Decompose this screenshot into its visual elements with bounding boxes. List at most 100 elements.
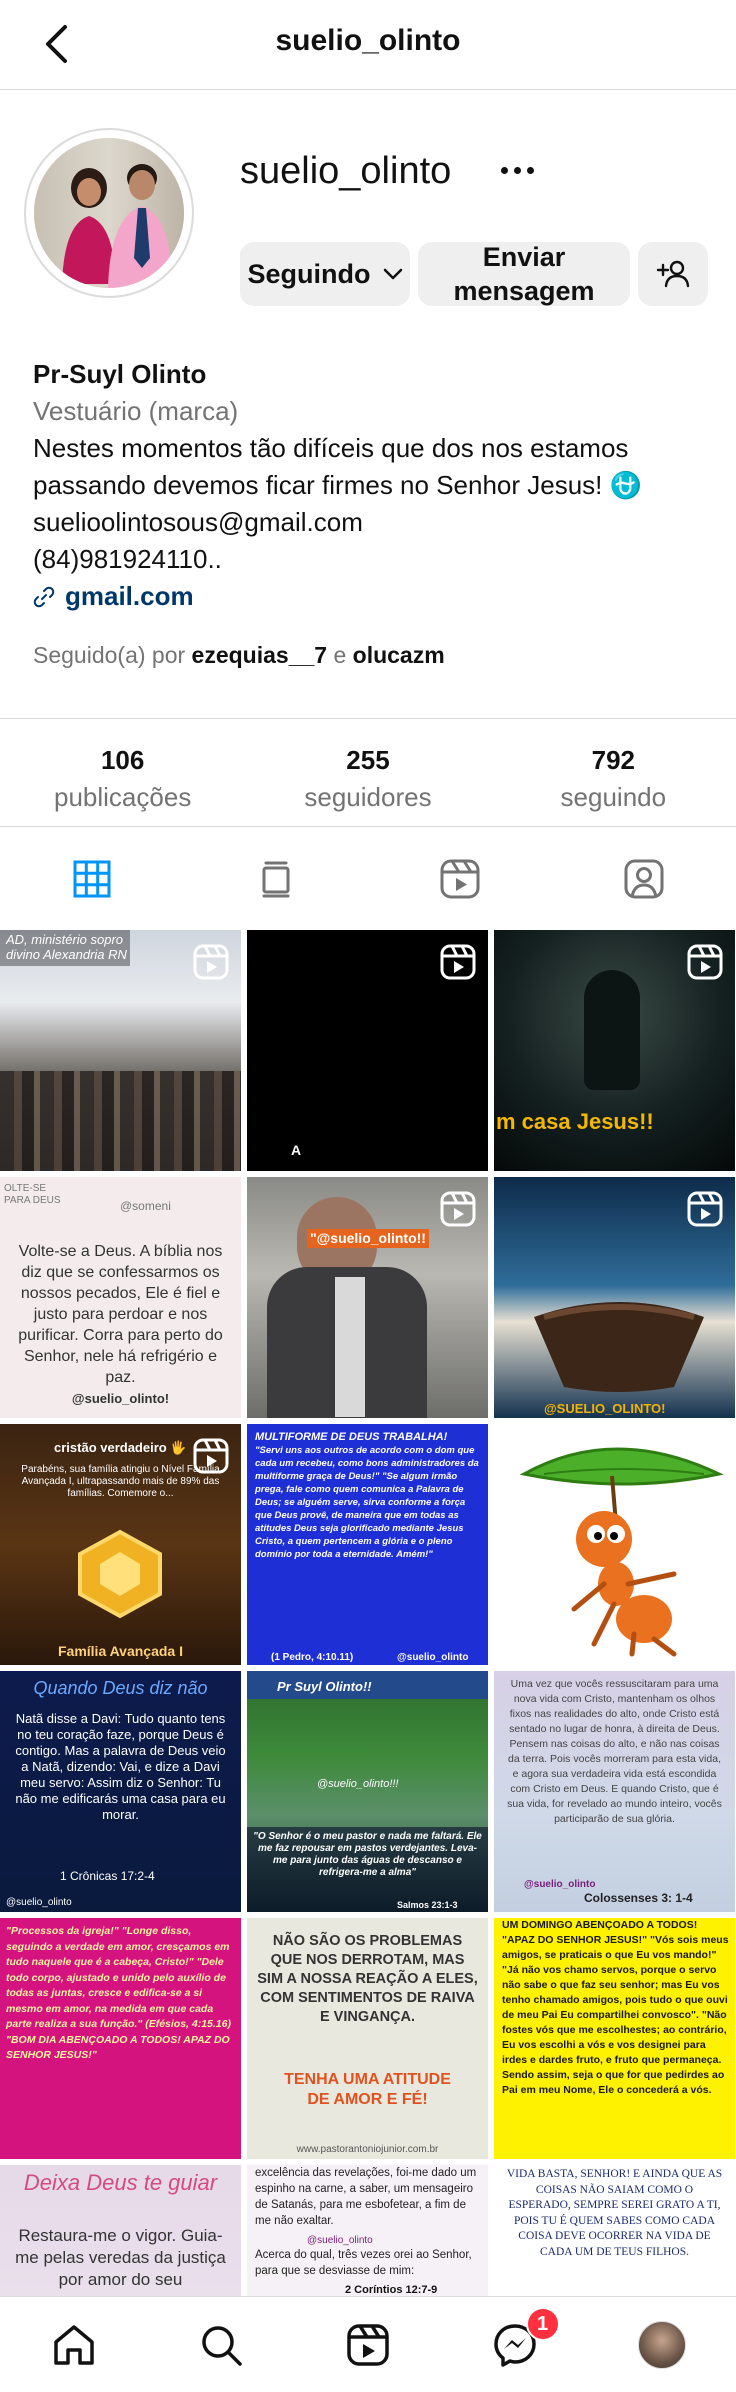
nav-home[interactable] (0, 2297, 147, 2392)
tab-posts-grid[interactable] (0, 827, 184, 930)
post-handle: @suelio_olinto (6, 1897, 72, 1908)
add-person-icon (656, 260, 690, 288)
grid-post-15[interactable]: UM DOMINGO ABENÇOADO A TODOS! "APAZ DO S… (494, 1918, 735, 2159)
post-body-text: "Servi uns aos outros de acordo com o do… (255, 1445, 479, 1560)
grid-post-14[interactable]: NÃO SÃO OS PROBLEMAS QUE NOS DERROTAM, M… (247, 1918, 488, 2159)
grid-post-9[interactable] (494, 1424, 735, 1665)
profile-bio: Pr-Suyl Olinto Vestuário (marca) Nestes … (33, 356, 713, 615)
stat-value: 792 (591, 745, 636, 775)
post-body-text: VIDA BASTA, SENHOR! E AINDA QUE AS COISA… (506, 2168, 723, 2258)
send-message-button[interactable]: Enviar mensagem (418, 242, 630, 306)
post-handle: @suelio_olinto (397, 1652, 469, 1663)
posts-grid: AD, ministério sopro divino Alexandria R… (0, 930, 736, 2392)
bio-email: suelioolintosous@gmail.com (33, 507, 363, 537)
stat-value: 106 (100, 745, 145, 775)
reels-icon (440, 859, 480, 898)
grid-icon (73, 860, 111, 897)
grid-post-5[interactable]: "@suelio_olinto!! (247, 1177, 488, 1418)
reel-badge-icon (440, 1191, 476, 1227)
stat-posts: 106 publicações (0, 719, 245, 826)
post-header-text: Pr Suyl Olinto!! (277, 1679, 372, 1694)
post-reference: Salmos 23:1-3 (397, 1900, 458, 1910)
post-reference: Colossenses 3: 1-4 (584, 1891, 693, 1905)
reels-icon (347, 2323, 389, 2366)
grid-post-11[interactable]: Pr Suyl Olinto!! @suelio_olinto!!! "O Se… (247, 1671, 488, 1912)
following-label: Seguindo (247, 258, 371, 289)
profile-avatar[interactable] (24, 128, 194, 298)
following-button[interactable]: Seguindo (240, 242, 410, 306)
grid-post-1[interactable]: AD, ministério sopro divino Alexandria R… (0, 930, 241, 1171)
grid-post-2[interactable]: A (247, 930, 488, 1171)
post-footer: www.pastorantoniojunior.com.br (296, 2144, 439, 2155)
page-title: suelio_olinto (275, 24, 461, 57)
more-options-icon[interactable] (492, 150, 542, 190)
post-overlay-text: "@suelio_olinto!! (307, 1229, 429, 1248)
post-body-text: Restaura-me o vigor. Guia-me pelas vered… (15, 2226, 226, 2289)
post-handle: @suelio_olinto! (71, 1391, 170, 1406)
stat-followers[interactable]: 255 seguidores (245, 719, 490, 826)
bottom-nav: 1 (0, 2296, 736, 2392)
tab-reels[interactable] (368, 827, 552, 930)
nav-avatar (638, 2320, 687, 2369)
feed-icon (262, 861, 290, 897)
post-reference: (1 Pedro, 4:10.11) (271, 1652, 354, 1663)
followed-by[interactable]: Seguido(a) por ezequias__7 e olucazm (33, 642, 445, 669)
avatar-photo (34, 138, 184, 288)
post-body-text: Uma vez que vocês ressuscitaram para uma… (507, 1678, 722, 1825)
bio-phone: (84)981924110.. (33, 544, 222, 574)
profile-tabs (0, 826, 736, 930)
top-bar: suelio_olinto (0, 0, 736, 90)
tab-tagged[interactable] (552, 827, 736, 930)
achievement-badge-icon (78, 1529, 162, 1619)
boat-image (534, 1302, 704, 1392)
grid-post-7[interactable]: cristão verdadeiro 🖐 Parabéns, sua famíl… (0, 1424, 241, 1665)
reel-badge-icon (687, 1191, 723, 1227)
profile-link[interactable]: gmail.com (33, 578, 713, 615)
profile-username: suelio_olinto (240, 150, 452, 192)
nav-search[interactable] (147, 2297, 294, 2392)
avatar-person-man (108, 164, 172, 288)
post-title: Quando Deus diz não (33, 1678, 208, 1698)
grid-post-13[interactable]: "Processos da igreja!" "Longe disso, seg… (0, 1918, 241, 2159)
post-title: Deixa Deus te guiar (23, 2170, 218, 2195)
home-icon (53, 2324, 94, 2365)
grid-post-12[interactable]: Uma vez que vocês ressuscitaram para uma… (494, 1671, 735, 1912)
followed-by-user-2[interactable]: olucazm (353, 642, 445, 668)
post-handle: @suelio_olinto!!! (317, 1778, 399, 1790)
grid-post-4[interactable]: OLTE-SE PARA DEUS @someni Volte-se a Deu… (0, 1177, 241, 1418)
display-name: Pr-Suyl Olinto (33, 359, 207, 389)
post-accent-text: TENHA UMA ATITUDE DE AMOR E FÉ! (284, 2071, 451, 2108)
grid-post-10[interactable]: Quando Deus diz não Natã disse a Davi: T… (0, 1671, 241, 1912)
grid-post-6[interactable]: @SUELIO_OLINTO! (494, 1177, 735, 1418)
tab-feed[interactable] (184, 827, 368, 930)
nav-messages[interactable]: 1 (442, 2297, 589, 2392)
stat-label: seguidores (304, 782, 432, 812)
followed-by-and: e (333, 642, 347, 668)
post-handle: @SUELIO_OLINTO! (544, 1401, 666, 1416)
post-footer: Família Avançada I (57, 1643, 183, 1659)
nav-reels[interactable] (294, 2297, 441, 2392)
tagged-icon (624, 859, 664, 898)
search-icon (202, 2325, 242, 2366)
post-body-text: Volte-se a Deus. A bíblia nos diz que se… (18, 1243, 223, 1386)
bio-text: Nestes momentos tão difíceis que dos nos… (33, 433, 642, 500)
post-body-text: excelência das revelações, foi-me dado u… (255, 2167, 477, 2227)
followed-by-prefix: Seguido(a) por (33, 642, 186, 668)
post-corner-text: OLTE-SE PARA DEUS (4, 1183, 61, 1206)
post-overlay-text: m casa Jesus!! (496, 1109, 654, 1134)
profile-link-text: gmail.com (65, 581, 194, 611)
grid-post-3[interactable]: m casa Jesus!! (494, 930, 735, 1171)
post-title: NÃO SÃO OS PROBLEMAS QUE NOS DERROTAM, M… (257, 1933, 478, 2025)
reel-badge-icon (440, 944, 476, 980)
stat-label: publicações (54, 782, 192, 812)
suggested-people-button[interactable] (638, 242, 708, 306)
followed-by-user-1[interactable]: ezequias__7 (192, 642, 328, 668)
post-body-text-2: Acerca do qual, três vezes orei ao Senho… (255, 2249, 472, 2277)
post-title: cristão verdadeiro 🖐 (54, 1440, 187, 1455)
post-tag: @someni (120, 1199, 171, 1213)
grid-post-8[interactable]: MULTIFORME DE DEUS TRABALHA! "Servi uns … (247, 1424, 488, 1665)
reel-badge-icon (687, 944, 723, 980)
stat-value: 255 (346, 745, 390, 775)
stat-following[interactable]: 792 seguindo (491, 719, 736, 826)
nav-profile[interactable] (589, 2297, 736, 2392)
